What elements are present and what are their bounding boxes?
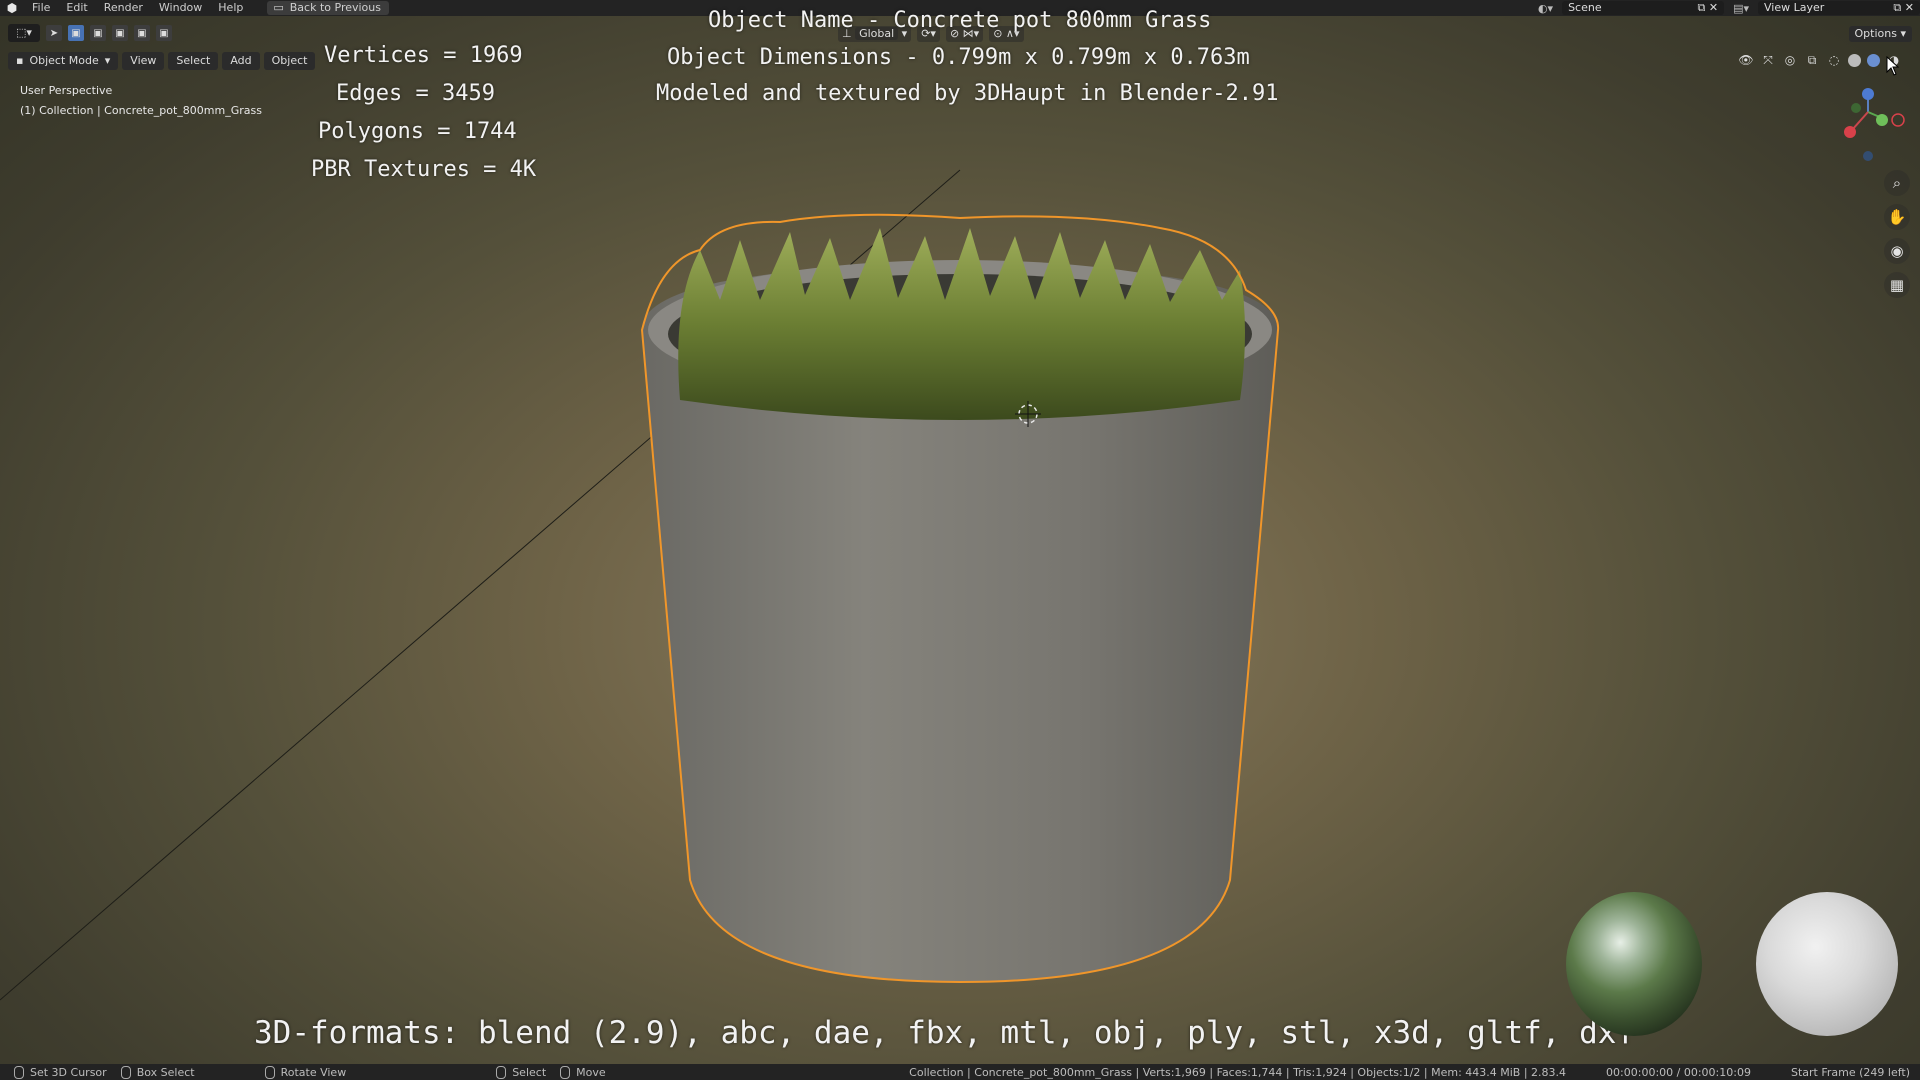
- status-box-select: Box Select: [120, 1065, 195, 1079]
- viewport-collection-label: (1) Collection | Concrete_pot_800mm_Gras…: [20, 104, 262, 117]
- status-move: Move: [560, 1065, 606, 1079]
- status-move-label: Move: [576, 1065, 606, 1079]
- navigation-gizmo[interactable]: [1844, 88, 1905, 161]
- credits-title: Modeled and textured by 3DHaupt in Blend…: [656, 81, 1279, 106]
- status-select: Select: [496, 1065, 547, 1079]
- edges-stat: Edges = 3459: [336, 81, 495, 106]
- status-set-cursor-label: Set 3D Cursor: [30, 1065, 107, 1079]
- mouse-right-icon: [496, 1065, 507, 1079]
- neg-z-axis-icon[interactable]: [1863, 151, 1873, 161]
- scene-statistics: Collection | Concrete_pot_800mm_Grass | …: [909, 1065, 1567, 1079]
- status-box-select-label: Box Select: [136, 1065, 195, 1079]
- timecode: 00:00:00:00 / 00:00:10:09: [1606, 1065, 1751, 1079]
- x-axis-icon[interactable]: [1844, 126, 1856, 138]
- polygons-stat: Polygons = 1744: [318, 119, 517, 144]
- neg-x-axis-icon[interactable]: [1891, 113, 1905, 127]
- zoom-icon[interactable]: ⌕: [1884, 170, 1910, 196]
- grass[interactable]: [678, 228, 1245, 420]
- mouse-drag-right-icon: [560, 1065, 571, 1079]
- camera-icon[interactable]: ◉: [1884, 238, 1910, 264]
- status-select-label: Select: [512, 1065, 547, 1079]
- viewport-perspective-label: User Perspective: [20, 84, 113, 97]
- object-name-title: Object Name - Concrete pot 800mm Grass: [708, 8, 1212, 33]
- start-frame-label: Start Frame (249 left): [1790, 1065, 1910, 1079]
- formats-caption: 3D-formats: blend (2.9), abc, dae, fbx, …: [254, 1015, 1636, 1051]
- mouse-pointer-icon: [1886, 56, 1900, 76]
- neg-y-axis-icon[interactable]: [1851, 103, 1861, 113]
- status-right: Collection | Concrete_pot_800mm_Grass | …: [909, 1064, 1910, 1080]
- status-rotate-view: Rotate View: [264, 1065, 347, 1079]
- navigation-buttons: ⌕ ✋ ◉ ▦: [1884, 170, 1910, 298]
- status-rotate-view-label: Rotate View: [280, 1065, 347, 1079]
- grid-ortho-icon[interactable]: ▦: [1884, 272, 1910, 298]
- status-set-cursor: Set 3D Cursor: [14, 1065, 107, 1079]
- textures-stat: PBR Textures = 4K: [311, 157, 537, 182]
- z-axis-icon[interactable]: [1862, 88, 1874, 100]
- mouse-middle-icon: [264, 1065, 275, 1079]
- mouse-drag-icon: [120, 1065, 131, 1079]
- hand-pan-icon[interactable]: ✋: [1884, 204, 1910, 230]
- y-axis-icon[interactable]: [1876, 114, 1888, 126]
- hdri-preview-sphere: [1566, 892, 1702, 1036]
- status-bar: Set 3D Cursor Box Select Rotate View Sel…: [0, 1064, 1920, 1080]
- vertices-stat: Vertices = 1969: [324, 43, 523, 68]
- diffuse-preview-sphere: [1756, 892, 1898, 1036]
- mouse-left-icon: [14, 1065, 24, 1079]
- object-dimensions-title: Object Dimensions - 0.799m x 0.799m x 0.…: [667, 45, 1250, 70]
